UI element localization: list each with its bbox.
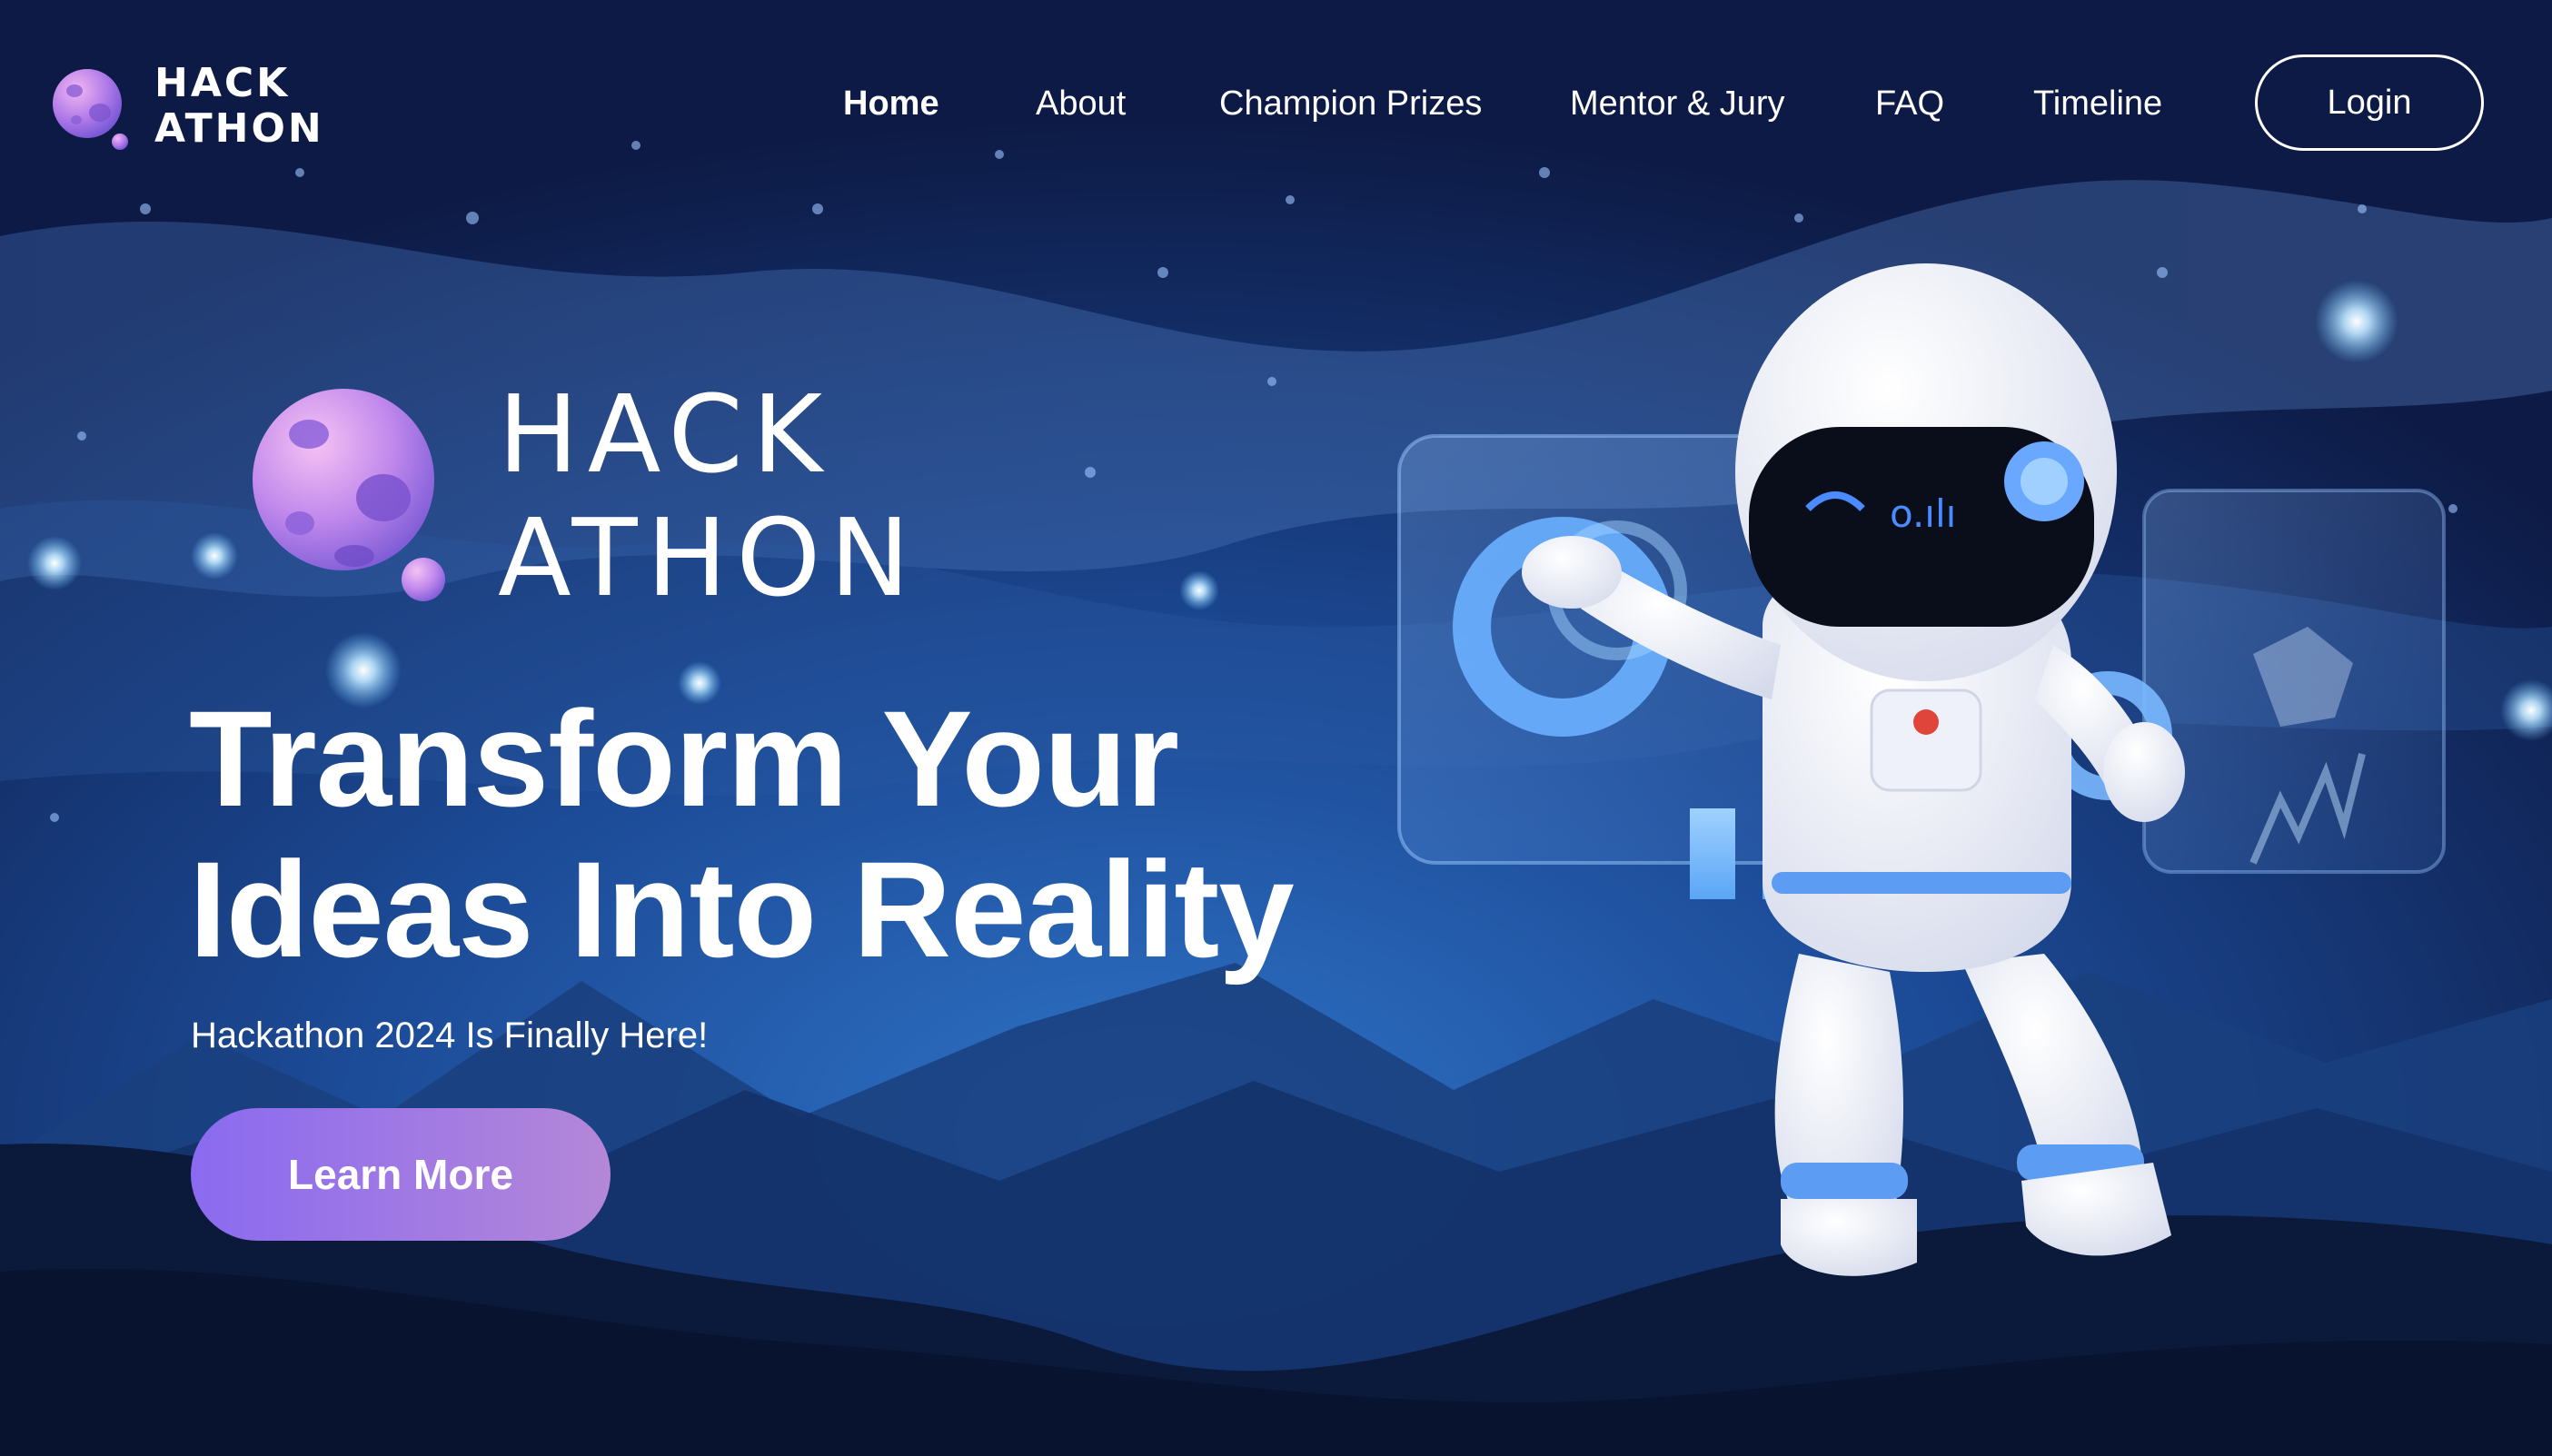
nav-item-mentor-jury[interactable]: Mentor & Jury (1570, 56, 1785, 151)
hero-brand: HACK ATHON (245, 372, 919, 619)
login-button[interactable]: Login (2255, 54, 2484, 151)
astronaut-illustration: o.ılı (1397, 263, 2446, 1276)
logo[interactable]: HACK ATHON (47, 56, 324, 156)
logo-line-2: ATHON (154, 105, 324, 152)
visor-glyphs: o.ılı (1890, 491, 1956, 536)
landing-page: HACK ATHON Home About Champion Prizes Me… (0, 0, 2552, 1456)
learn-more-button[interactable]: Learn More (191, 1108, 611, 1241)
nav-item-home[interactable]: Home (843, 56, 939, 151)
hero-brand-line-1: HACK (498, 371, 832, 497)
nav-item-about[interactable]: About (1036, 56, 1126, 151)
hero-headline: Transform Your Ideas Into Reality (189, 682, 1295, 986)
hero-subtitle: Hackathon 2024 Is Finally Here! (191, 1015, 709, 1055)
nav-item-faq[interactable]: FAQ (1875, 56, 1944, 151)
planet-icon (253, 389, 445, 601)
logo-line-1: HACK (154, 60, 291, 106)
hero-brand-line-2: ATHON (498, 495, 919, 620)
nav-item-timeline[interactable]: Timeline (2033, 56, 2162, 151)
headline-line-2: Ideas Into Reality (189, 833, 1295, 986)
hero-wordmark: HACK ATHON (498, 372, 919, 619)
nav-item-champion-prizes[interactable]: Champion Prizes (1219, 56, 1482, 151)
planet-icon (53, 69, 128, 150)
headline-line-1: Transform Your (189, 682, 1179, 835)
logo-wordmark: HACK ATHON (154, 61, 324, 152)
